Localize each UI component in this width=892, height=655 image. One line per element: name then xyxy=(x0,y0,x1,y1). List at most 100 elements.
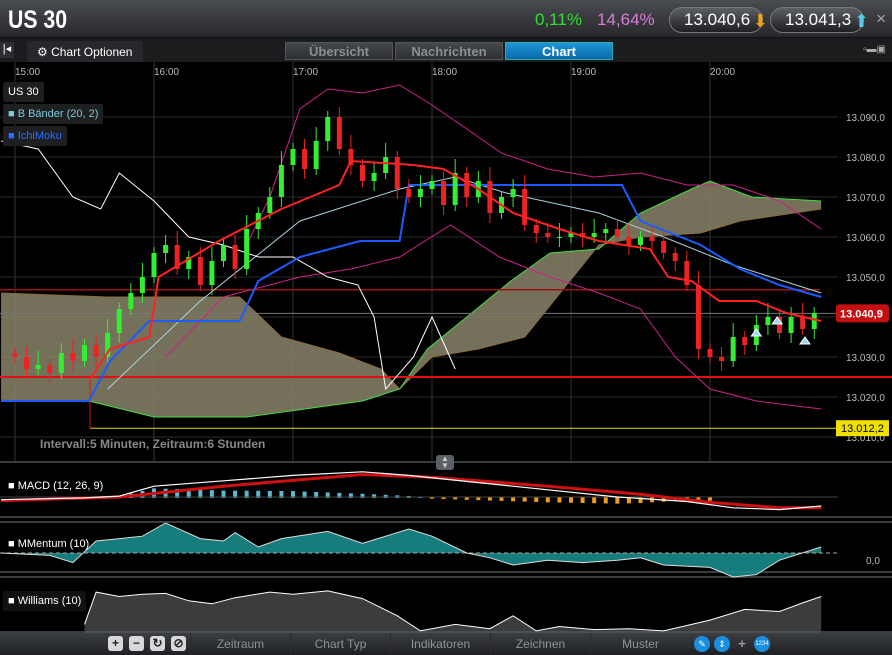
candle-body xyxy=(12,353,18,357)
candle-body xyxy=(371,173,377,181)
price-label: 13.090,0 xyxy=(846,113,885,124)
momentum-zero-label: 0,0 xyxy=(866,556,880,567)
candle-body xyxy=(545,233,551,237)
chart-options-label: Chart Optionen xyxy=(51,45,133,59)
candle-body xyxy=(510,189,516,197)
candle-body xyxy=(197,257,203,285)
macd-histogram-bar xyxy=(557,497,562,503)
macd-histogram-bar xyxy=(603,497,608,504)
macd-histogram-bar xyxy=(534,497,539,502)
crosshair-icon[interactable]: ✛ xyxy=(734,636,750,652)
change-percent: 0,11% xyxy=(535,10,582,29)
scroll-updown-icon[interactable]: ⇕ xyxy=(714,636,730,652)
candle-body xyxy=(811,313,817,329)
price-label: 13.020,0 xyxy=(846,393,885,404)
macd-histogram-bar xyxy=(511,497,516,502)
legend-ichimoku-label: IchiMoku xyxy=(17,130,62,142)
arrow-up-icon: ⬆ xyxy=(853,11,869,31)
candle-body xyxy=(661,241,667,253)
candle-body xyxy=(24,357,30,369)
buy-price: 13.041,3 xyxy=(785,10,852,29)
candle-body xyxy=(47,365,53,373)
candle-body xyxy=(707,349,713,357)
tab-bar: |◂ ⚙ Chart Optionen Übersicht Nachrichte… xyxy=(0,38,892,62)
williams-label-text: Williams (10) xyxy=(17,595,82,607)
window-size-icons[interactable]: ▫▬▣ xyxy=(863,44,886,55)
counter-icon[interactable]: 1234 xyxy=(754,636,770,652)
sell-button[interactable]: 13.040,6 ⬇ xyxy=(669,7,768,33)
pattern-marker-icon xyxy=(750,328,763,337)
momentum-label: ■ MMentum (10) xyxy=(8,538,90,550)
clear-button[interactable]: ⊘ xyxy=(171,636,186,651)
close-icon[interactable]: × xyxy=(876,9,886,29)
menu-indikatoren[interactable]: Indikatoren xyxy=(390,633,490,655)
price-label: 13.050,0 xyxy=(846,273,885,284)
candle-body xyxy=(290,149,296,165)
candle-body xyxy=(278,165,284,197)
legend-ichimoku[interactable]: ■ IchiMoku xyxy=(3,126,67,146)
menu-zeitraum[interactable]: Zeitraum xyxy=(190,633,290,655)
chart-area[interactable]: 15:00 16:00 17:00 18:00 19:00 20:00 13.090,0 13… xyxy=(0,62,892,633)
candle-body xyxy=(221,245,226,261)
bottom-toolbar: + − ↻ ⊘ Zeitraum Chart Typ Indikatoren Z… xyxy=(0,633,892,655)
candle-body xyxy=(464,173,470,197)
candle-body xyxy=(267,197,273,213)
menu-chart-typ[interactable]: Chart Typ xyxy=(290,633,390,655)
price-label: 13.060,0 xyxy=(846,233,885,244)
candle-body xyxy=(116,309,122,333)
candle-body xyxy=(128,293,134,309)
macd-label: ■ MACD (12, 26, 9) xyxy=(8,480,104,492)
pattern-marker-icon xyxy=(799,336,811,345)
pencil-icon[interactable]: ✎ xyxy=(694,636,710,652)
macd-histogram-bar xyxy=(580,497,585,503)
candle-body xyxy=(800,317,806,329)
time-label: 17:00 xyxy=(293,67,318,78)
tab-chart[interactable]: Chart xyxy=(505,42,613,60)
candle-body xyxy=(209,261,215,285)
zoom-in-button[interactable]: + xyxy=(108,636,123,651)
candle-body xyxy=(58,353,64,373)
candle-body xyxy=(151,253,157,277)
time-label: 16:00 xyxy=(154,67,179,78)
tab-overview[interactable]: Übersicht xyxy=(285,42,393,60)
panel-resize-handle[interactable]: ▲ ▼ xyxy=(436,455,454,470)
collapse-icon[interactable]: |◂ xyxy=(0,42,14,58)
williams-area xyxy=(84,590,822,633)
menu-zeichnen[interactable]: Zeichnen xyxy=(490,633,590,655)
menu-muster[interactable]: Muster xyxy=(590,633,690,655)
momentum-label-text: MMentum (10) xyxy=(17,538,90,550)
candle-body xyxy=(730,337,736,361)
macd-histogram-bar xyxy=(499,497,504,501)
candle-body xyxy=(638,237,643,245)
candle-body xyxy=(35,365,41,369)
candle-body xyxy=(765,317,771,325)
yellow-price-tag-text: 13.012,2 xyxy=(841,423,884,435)
tab-news[interactable]: Nachrichten xyxy=(395,42,503,60)
zoom-out-button[interactable]: − xyxy=(129,636,144,651)
price-label: 13.080,0 xyxy=(846,153,885,164)
candle-body xyxy=(441,181,447,205)
macd-histogram-bar xyxy=(545,497,550,503)
momentum-area xyxy=(1,523,822,577)
candle-body xyxy=(672,253,678,261)
candle-body xyxy=(313,141,319,169)
time-label: 20:00 xyxy=(710,67,735,78)
macd-label-text: MACD (12, 26, 9) xyxy=(17,480,104,492)
buy-button[interactable]: 13.041,3 ⬆ xyxy=(770,7,869,33)
candle-body xyxy=(82,345,87,361)
candle-body xyxy=(603,229,609,233)
refresh-button[interactable]: ↻ xyxy=(150,636,165,651)
macd-histogram-bar xyxy=(708,497,712,501)
candle-body xyxy=(360,165,365,181)
candle-body xyxy=(406,189,412,197)
candle-body xyxy=(93,345,99,357)
macd-histogram-bar xyxy=(487,497,492,501)
candle-body xyxy=(695,285,701,349)
candle-body xyxy=(556,237,562,238)
candle-body xyxy=(302,149,308,169)
candle-body xyxy=(232,245,238,269)
legend-bollinger[interactable]: ■ B Bänder (20, 2) xyxy=(3,104,104,124)
chart-options-button[interactable]: ⚙ Chart Optionen xyxy=(27,41,143,62)
time-label: 19:00 xyxy=(571,67,596,78)
sell-price: 13.040,6 xyxy=(684,10,751,29)
